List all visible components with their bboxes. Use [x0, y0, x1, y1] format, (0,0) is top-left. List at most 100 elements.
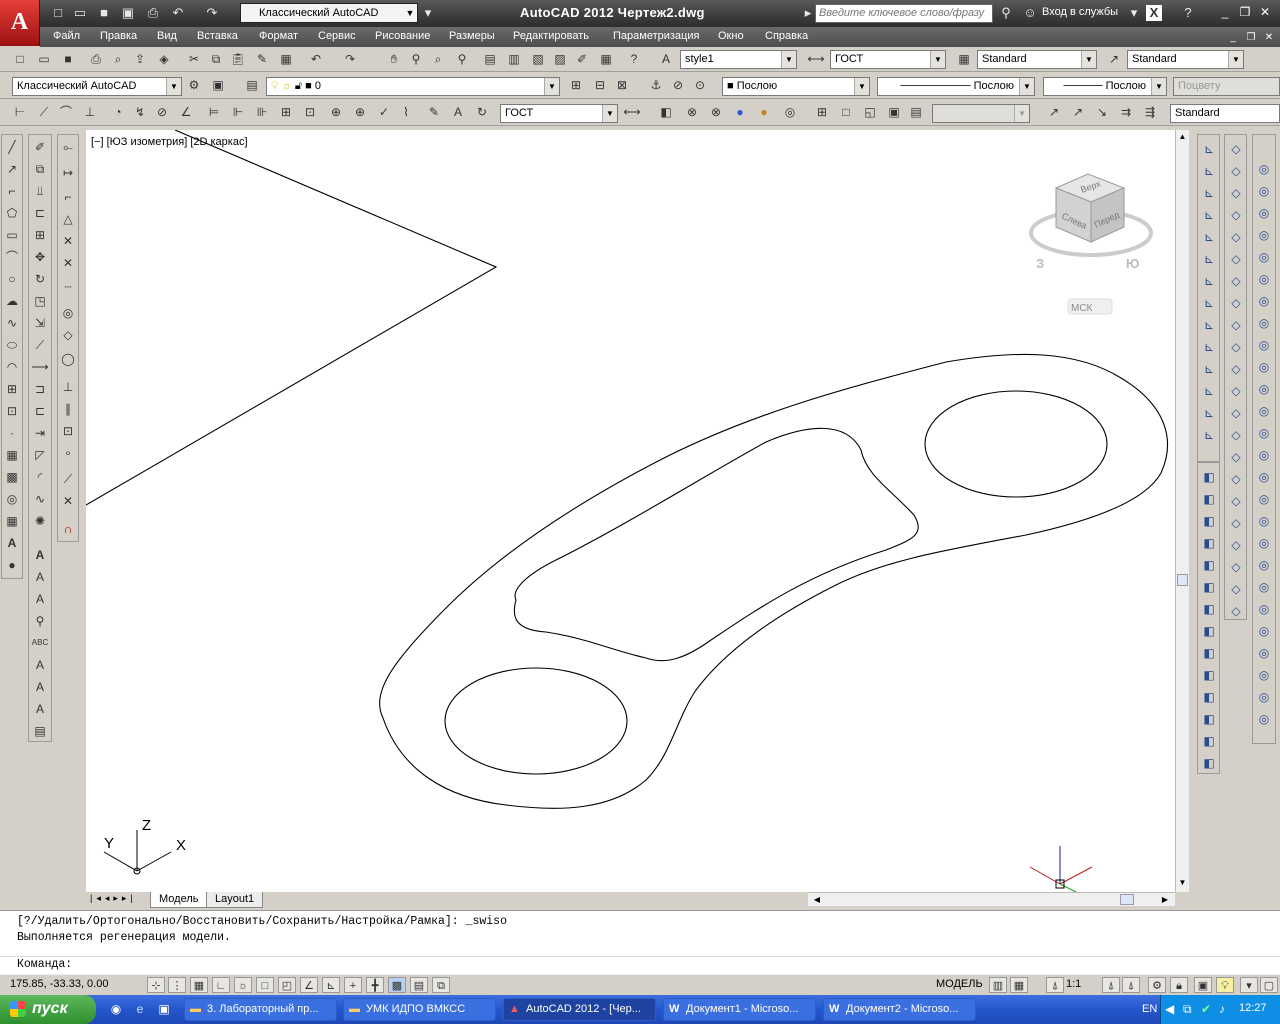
- tool-palettes-icon[interactable]: ▧: [528, 49, 548, 69]
- back-view-icon[interactable]: ◎: [1254, 334, 1274, 356]
- quick-access-dropdown-icon[interactable]: ▾: [420, 5, 436, 21]
- task-document2[interactable]: W Документ2 - Microso...: [823, 998, 976, 1021]
- insert-block-icon[interactable]: ⊞: [2, 378, 22, 400]
- polygonal-viewport-icon[interactable]: ◱: [860, 102, 880, 122]
- temp-track-icon[interactable]: ⟜: [58, 136, 78, 158]
- paste-icon[interactable]: 📋︎: [228, 49, 248, 69]
- justify-text-icon[interactable]: A: [30, 698, 50, 720]
- ellipse-icon[interactable]: ⬭: [2, 334, 22, 356]
- 3d-dwf-icon[interactable]: ◈: [154, 49, 174, 69]
- wedge-icon[interactable]: ◇: [1226, 182, 1246, 204]
- scroll-left-icon[interactable]: ◀: [810, 893, 824, 906]
- render-settings-icon[interactable]: ◎: [1254, 664, 1274, 686]
- workspace-combo-2[interactable]: Классический AutoCAD ▼: [12, 77, 182, 96]
- walk-icon[interactable]: ◎: [1254, 466, 1274, 488]
- hatch-icon[interactable]: ▦: [2, 444, 22, 466]
- redo-icon[interactable]: ↷: [204, 5, 220, 21]
- horizontal-scroll-thumb[interactable]: [1120, 894, 1134, 905]
- fly-icon[interactable]: ◎: [1254, 488, 1274, 510]
- 3d-array-icon[interactable]: ◇: [1226, 600, 1246, 622]
- single-line-text-icon[interactable]: A: [30, 566, 50, 588]
- circle-icon[interactable]: ○: [2, 268, 22, 290]
- right-view-icon[interactable]: ◎: [1254, 290, 1274, 312]
- quick-dim-icon[interactable]: ⊨: [204, 102, 224, 122]
- dynamic-ucs-icon[interactable]: ⊾: [322, 977, 340, 993]
- plot-icon[interactable]: ⎙: [86, 49, 106, 69]
- realistic-icon[interactable]: ●: [730, 102, 750, 122]
- zoom-window-icon[interactable]: ⌕: [428, 49, 448, 69]
- vertical-scroll-thumb[interactable]: [1177, 574, 1188, 586]
- pyramid-icon[interactable]: ◇: [1226, 292, 1246, 314]
- plot-preview-icon[interactable]: ⌕: [108, 49, 128, 69]
- diameter-dim-icon[interactable]: ⊘: [152, 102, 172, 122]
- doc-minimize-icon[interactable]: _: [1226, 31, 1240, 45]
- convert-viewport-icon[interactable]: ▣: [884, 102, 904, 122]
- jogged-linear-icon[interactable]: ⌇: [396, 102, 416, 122]
- snap-endpoint-icon[interactable]: ⌐: [58, 186, 78, 208]
- front-view-icon[interactable]: ◎: [1254, 312, 1274, 334]
- zoom-realtime-icon[interactable]: ⚲: [406, 49, 426, 69]
- trim-icon[interactable]: ⟋: [30, 334, 50, 356]
- dim-break-icon[interactable]: ⊡: [300, 102, 320, 122]
- camera-icon[interactable]: ◎: [1254, 444, 1274, 466]
- quick-view-drawings-icon[interactable]: ▦: [1010, 977, 1028, 993]
- imprint-icon[interactable]: ◧: [1199, 708, 1219, 730]
- menu-dimension[interactable]: Размеры: [449, 30, 495, 42]
- ucs-face-icon[interactable]: ⊾: [1199, 204, 1219, 226]
- multileader-icon[interactable]: ↗: [1044, 102, 1064, 122]
- intersect-icon[interactable]: ◇: [1226, 512, 1246, 534]
- polyline-icon[interactable]: ⌐: [2, 180, 22, 202]
- jogged-dim-icon[interactable]: ↯: [130, 102, 150, 122]
- ortho-mode-icon[interactable]: ∟: [212, 977, 230, 993]
- spell-check-icon[interactable]: ABC: [30, 632, 50, 654]
- menu-window[interactable]: Окно: [718, 30, 744, 42]
- calculator-icon[interactable]: ▦: [596, 49, 616, 69]
- menu-edit[interactable]: Правка: [100, 30, 137, 42]
- polygon-icon[interactable]: ⬠: [2, 202, 22, 224]
- named-ucs-icon[interactable]: ⊾: [1199, 424, 1219, 446]
- move-icon[interactable]: ✥: [30, 246, 50, 268]
- linetype-combo[interactable]: ───────── Послою ▼: [877, 77, 1035, 96]
- blend-curves-icon[interactable]: ∿: [30, 488, 50, 510]
- rotate-icon[interactable]: ↻: [30, 268, 50, 290]
- exchange-icon[interactable]: X: [1146, 5, 1162, 21]
- scroll-right-icon[interactable]: ▶: [1158, 893, 1172, 906]
- presspull-icon[interactable]: ◇: [1226, 380, 1246, 402]
- isolate-objects-icon[interactable]: 💡︎: [1216, 977, 1234, 993]
- menu-tools[interactable]: Сервис: [318, 30, 356, 42]
- menu-format[interactable]: Формат: [259, 30, 298, 42]
- text-edit-icon[interactable]: ◎: [1254, 708, 1274, 730]
- region-icon[interactable]: ◎: [2, 488, 22, 510]
- transparency-icon[interactable]: ▩: [388, 977, 406, 993]
- cone-icon[interactable]: ◇: [1226, 204, 1246, 226]
- baseline-dim-icon[interactable]: ⊩: [228, 102, 248, 122]
- scroll-up-icon[interactable]: ▲: [1176, 130, 1189, 144]
- ne-iso-icon[interactable]: ◎: [1254, 400, 1274, 422]
- start-button[interactable]: пуск: [0, 995, 96, 1024]
- compass-south-label[interactable]: Ю: [1126, 256, 1139, 271]
- cylinder-icon[interactable]: ◇: [1226, 248, 1246, 270]
- ucs-z-icon[interactable]: ⊾: [1199, 380, 1219, 402]
- sheet-set-icon[interactable]: ▨: [550, 49, 570, 69]
- snap-parallel-icon[interactable]: ∥: [58, 398, 78, 420]
- anchor-icon[interactable]: ⚓︎: [646, 75, 666, 95]
- new-file-icon[interactable]: □: [50, 5, 66, 21]
- wireframe-2d-icon[interactable]: ⊗: [682, 102, 702, 122]
- construction-line-icon[interactable]: ↗: [2, 158, 22, 180]
- join-icon[interactable]: ⇥: [30, 422, 50, 444]
- rotate-faces-icon[interactable]: ◧: [1199, 620, 1219, 642]
- make-current-layer-icon[interactable]: ⊞: [566, 75, 586, 95]
- search-input[interactable]: Введите ключевое слово/фразу: [815, 4, 993, 23]
- osnap-settings-icon[interactable]: ∩: [58, 518, 78, 540]
- dim-style-combo[interactable]: ГОСТ ▼: [830, 50, 946, 69]
- gradient-icon[interactable]: ▩: [2, 466, 22, 488]
- explode-icon[interactable]: ✺: [30, 510, 50, 532]
- application-menu-button[interactable]: A: [0, 0, 40, 46]
- ucs-zaxis-icon[interactable]: ⊾: [1199, 292, 1219, 314]
- environment-icon[interactable]: ◎: [1254, 620, 1274, 642]
- find-text-icon[interactable]: ⚲: [30, 610, 50, 632]
- expand-arrow-icon[interactable]: ▸: [800, 5, 816, 21]
- annotation-scale-icon[interactable]: ⊘: [668, 75, 688, 95]
- chamfer-icon[interactable]: ◸: [30, 444, 50, 466]
- bottom-view-icon[interactable]: ◎: [1254, 246, 1274, 268]
